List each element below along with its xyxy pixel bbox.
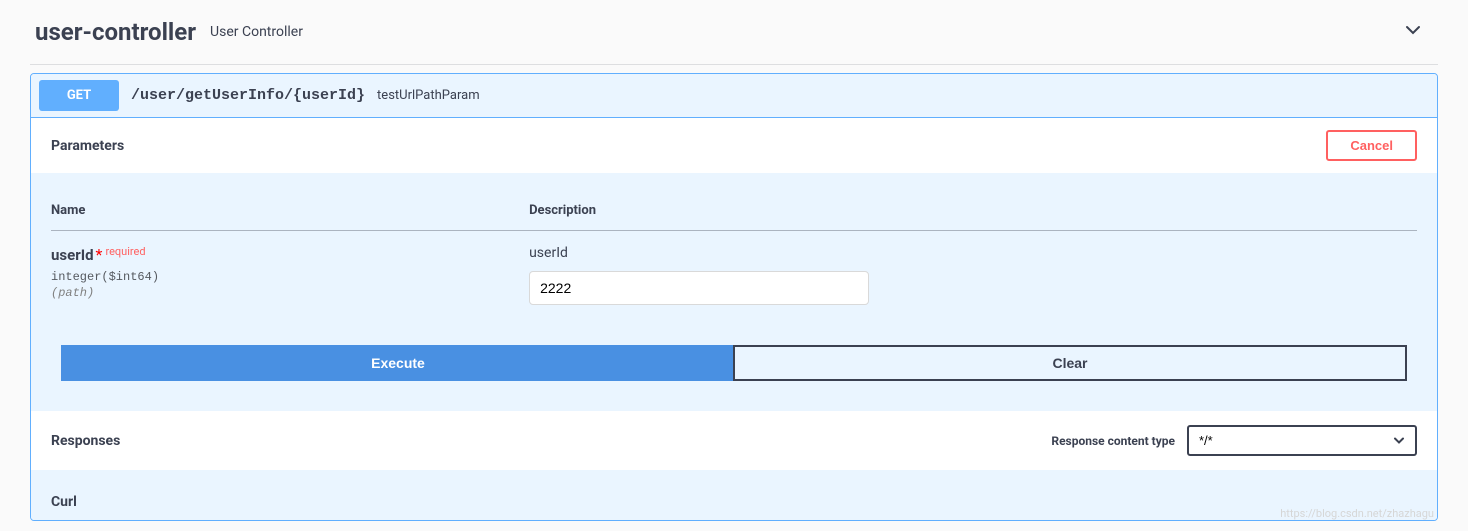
required-star: * (96, 245, 103, 264)
execute-button[interactable]: Execute (61, 345, 733, 381)
parameters-title: Parameters (51, 138, 124, 154)
param-value-input[interactable] (529, 271, 869, 305)
operation-path: /user/getUserInfo/{userId} (131, 87, 365, 104)
tag-header[interactable]: user-controller User Controller (30, 0, 1438, 65)
tag-name: user-controller (35, 18, 196, 46)
operation-block: GET /user/getUserInfo/{userId} testUrlPa… (30, 73, 1438, 521)
responses-header: Responses Response content type */* (31, 411, 1437, 470)
parameters-header: Parameters Cancel (31, 118, 1437, 173)
responses-title: Responses (51, 433, 120, 449)
action-buttons: Execute Clear (51, 345, 1417, 381)
cancel-button[interactable]: Cancel (1326, 130, 1417, 161)
param-name: userId (51, 246, 94, 264)
response-content-type-select[interactable]: */* (1187, 425, 1417, 456)
column-name: Name (51, 193, 529, 231)
parameters-body: Name Description userId*required integer… (31, 173, 1437, 411)
http-method-badge: GET (39, 80, 119, 111)
param-description: userId (529, 245, 1417, 261)
chevron-down-icon (1403, 20, 1423, 44)
required-label: required (105, 245, 145, 258)
parameters-table: Name Description userId*required integer… (51, 193, 1417, 305)
param-in: (path) (51, 286, 529, 300)
table-row: userId*required integer($int64) (path) u… (51, 231, 1417, 306)
response-content-type-wrap: Response content type */* (1051, 425, 1417, 456)
operation-summary-text: testUrlPathParam (377, 88, 480, 103)
tag-description: User Controller (210, 24, 1403, 40)
response-content-type-label: Response content type (1051, 434, 1175, 448)
watermark-text: https://blog.csdn.net/zhazhagu (30, 507, 1438, 520)
column-description: Description (529, 193, 1417, 231)
param-type: integer($int64) (51, 270, 529, 284)
operation-summary[interactable]: GET /user/getUserInfo/{userId} testUrlPa… (31, 74, 1437, 118)
clear-button[interactable]: Clear (733, 345, 1407, 381)
